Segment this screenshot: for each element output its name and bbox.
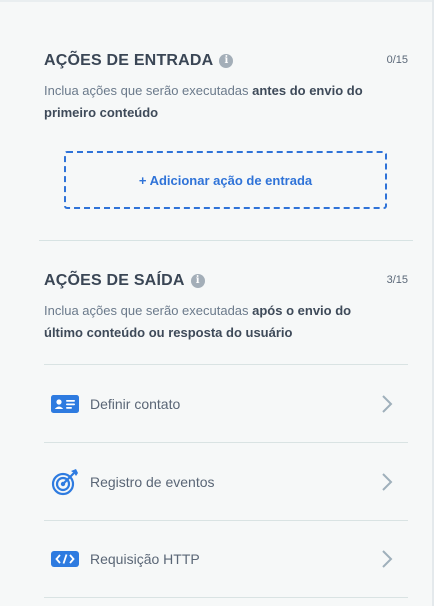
contact-card-icon: [51, 390, 79, 418]
top-border: [0, 0, 434, 2]
entry-actions-description: Inclua ações que serão executadas antes …: [44, 80, 384, 124]
info-icon[interactable]: i: [190, 274, 205, 288]
exit-actions-description: Inclua ações que serão executadas após o…: [44, 300, 384, 344]
list-item-definir-contato[interactable]: Definir contato: [44, 364, 408, 442]
exit-actions-section: AÇÕES DE SAÍDA i 3/15 Inclua ações que s…: [44, 270, 408, 344]
code-icon: [51, 545, 79, 573]
chevron-right-icon: [380, 549, 394, 569]
exit-actions-list: Definir contato Registro de eventos Requ…: [44, 364, 408, 598]
chevron-right-icon: [380, 472, 394, 492]
info-icon[interactable]: i: [219, 54, 234, 68]
entry-desc-text: Inclua ações que serão executadas: [44, 83, 253, 98]
list-item-label: Registro de eventos: [90, 473, 215, 490]
list-item-label: Requisição HTTP: [90, 551, 200, 567]
entry-actions-title: AÇÕES DE ENTRADA: [44, 52, 214, 69]
list-item-registro-de-eventos[interactable]: Registro de eventos: [44, 442, 408, 520]
exit-desc-text: Inclua ações que serão executadas: [44, 303, 253, 318]
target-icon: [51, 468, 79, 496]
chevron-right-icon: [380, 394, 394, 414]
list-item-label: Definir contato: [90, 395, 181, 412]
entry-actions-count: 0/15: [386, 54, 408, 66]
exit-actions-count: 3/15: [386, 274, 408, 286]
entry-actions-header: AÇÕES DE ENTRADA i 0/15: [44, 50, 408, 72]
section-divider: [39, 240, 413, 241]
exit-actions-title: AÇÕES DE SAÍDA: [44, 272, 185, 289]
exit-actions-header: AÇÕES DE SAÍDA i 3/15: [44, 270, 408, 292]
entry-actions-section: AÇÕES DE ENTRADA i 0/15 Inclua ações que…: [44, 50, 408, 124]
add-entry-action-button[interactable]: + Adicionar ação de entrada: [64, 151, 387, 209]
list-item-requisicao-http[interactable]: Requisição HTTP: [44, 520, 408, 598]
